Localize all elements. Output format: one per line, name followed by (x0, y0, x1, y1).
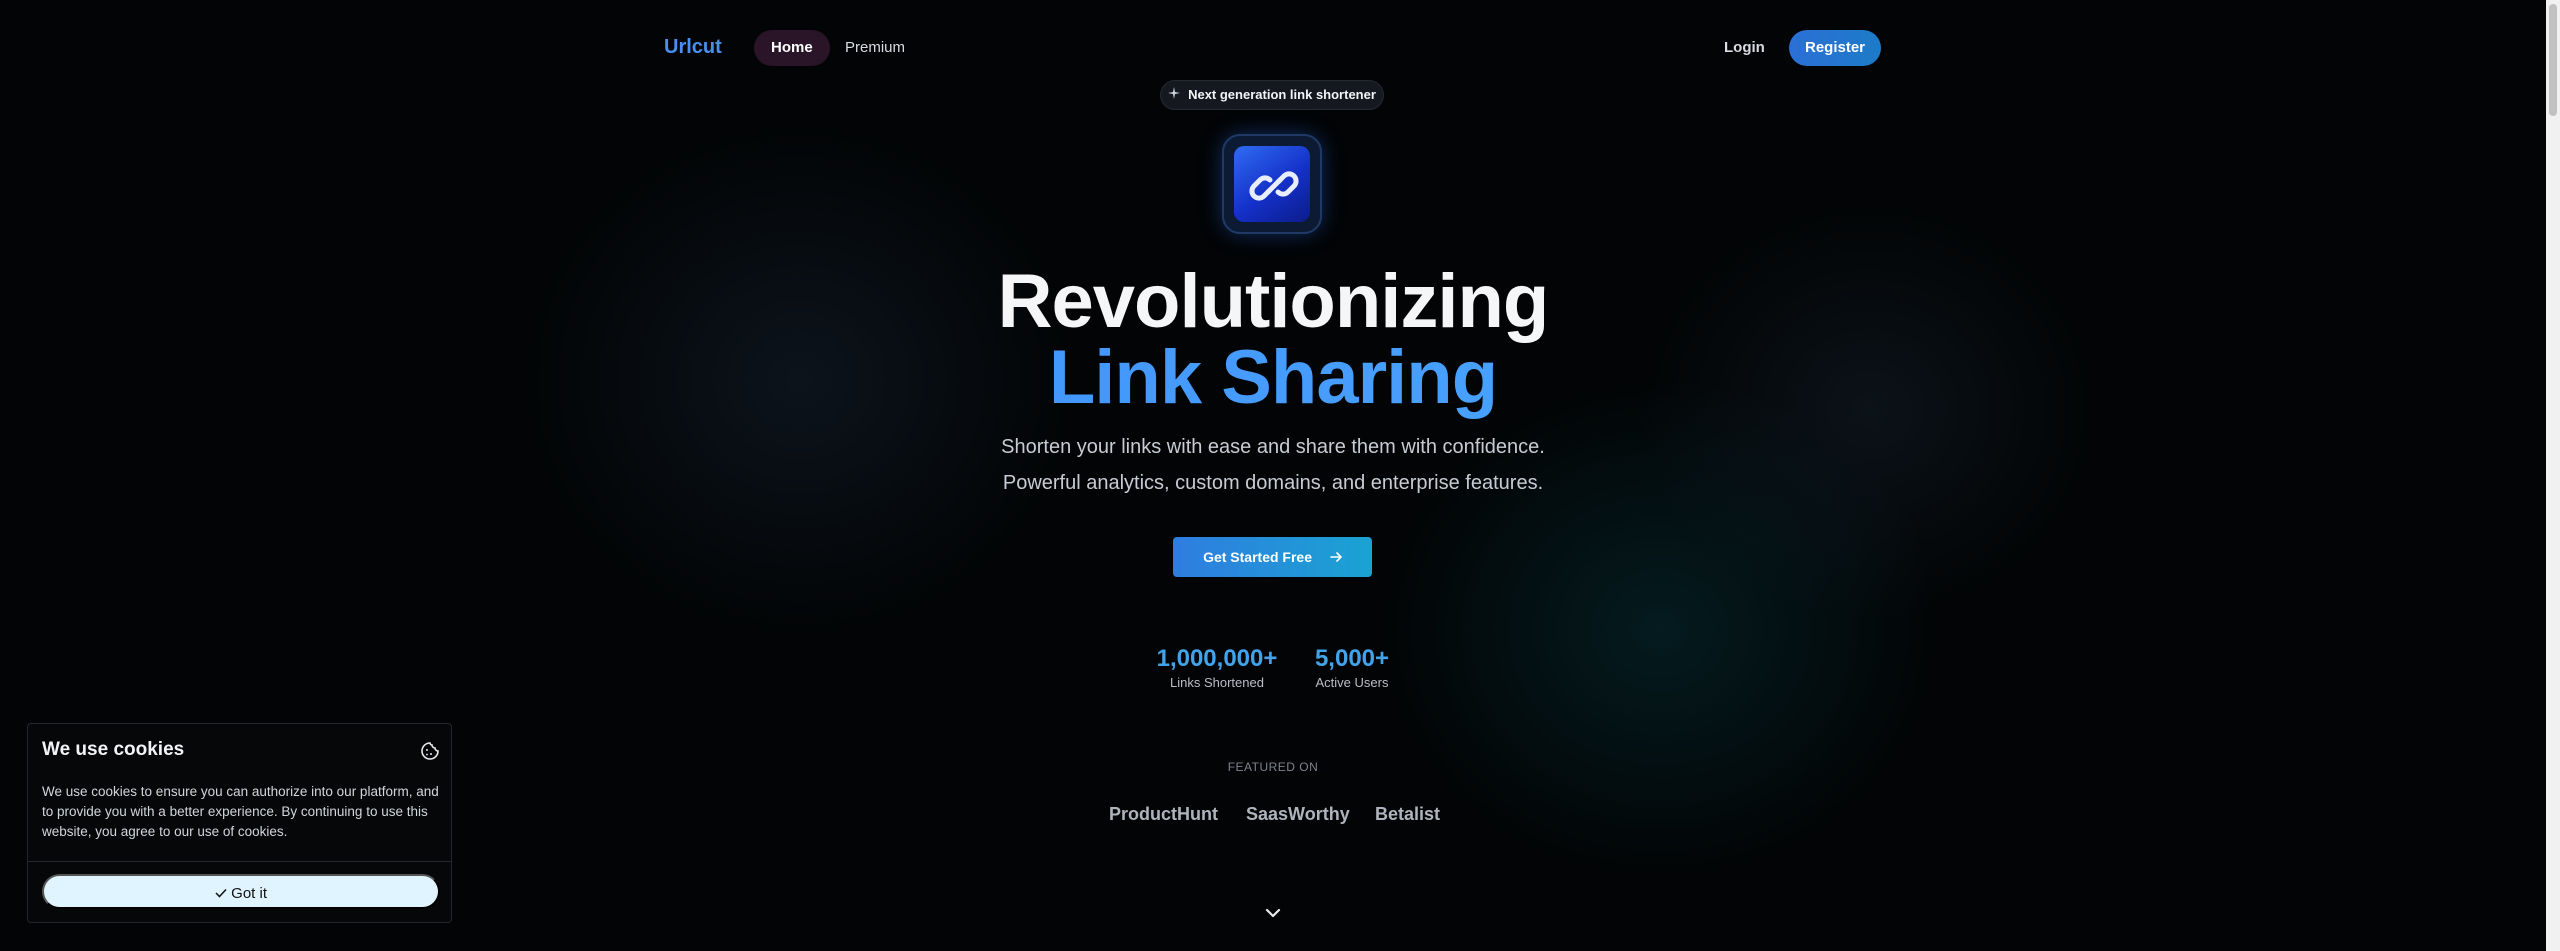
arrow-right-icon (1330, 537, 1342, 577)
stat-value: 1,000,000+ (1156, 645, 1278, 672)
hero-title-line2: Link Sharing (0, 334, 2546, 421)
hero-subtitle-line1: Shorten your links with ease and share t… (1001, 436, 1545, 458)
cookie-text: We use cookies to ensure you can authori… (42, 784, 439, 839)
scrollbar-thumb[interactable] (2549, 4, 2557, 116)
link-icon (1249, 171, 1299, 201)
nav-link-premium[interactable]: Premium (828, 30, 922, 66)
app-icon (1222, 134, 1322, 234)
cookie-accept-label: Got it (231, 885, 268, 902)
logo[interactable]: Urlcut (664, 36, 722, 59)
partner-betalist[interactable]: Betalist (1375, 804, 1440, 825)
register-button[interactable]: Register (1789, 30, 1881, 66)
stat-label: Active Users (1315, 675, 1389, 690)
page-scrollbar[interactable] (2546, 0, 2560, 951)
sparkles-icon (1168, 81, 1181, 109)
hero-badge: Next generation link shortener (1160, 80, 1384, 110)
cookie-title: We use cookies (42, 739, 185, 760)
cookie-accept-button[interactable]: Got it (42, 874, 440, 909)
check-icon (215, 885, 231, 902)
cookie-icon (420, 741, 440, 766)
nav-link-home[interactable]: Home (754, 30, 830, 66)
hero-badge-label: Next generation link shortener (1188, 87, 1376, 102)
login-link[interactable]: Login (1724, 30, 1765, 66)
get-started-button[interactable]: Get Started Free (1173, 537, 1372, 577)
hero-title-line1: Revolutionizing (997, 259, 1550, 344)
stat-links-shortened: 1,000,000+ Links Shortened (1150, 645, 1284, 690)
get-started-label: Get Started Free (1203, 549, 1313, 565)
stat-label: Links Shortened (1170, 675, 1264, 690)
partner-saasworthy[interactable]: SaasWorthy (1246, 804, 1350, 825)
top-navbar: Urlcut Home Premium Login Register (664, 28, 1882, 68)
hero-subtitle-line2: Powerful analytics, custom domains, and … (1002, 472, 1544, 494)
cookie-banner: We use cookies We use cookies to ensure … (27, 723, 452, 923)
chevron-down-icon[interactable] (1264, 906, 1282, 924)
partner-producthunt[interactable]: ProductHunt (1109, 804, 1218, 825)
cookie-divider (28, 861, 451, 862)
stat-value: 5,000+ (1314, 645, 1390, 672)
stat-active-users: 5,000+ Active Users (1300, 645, 1404, 690)
